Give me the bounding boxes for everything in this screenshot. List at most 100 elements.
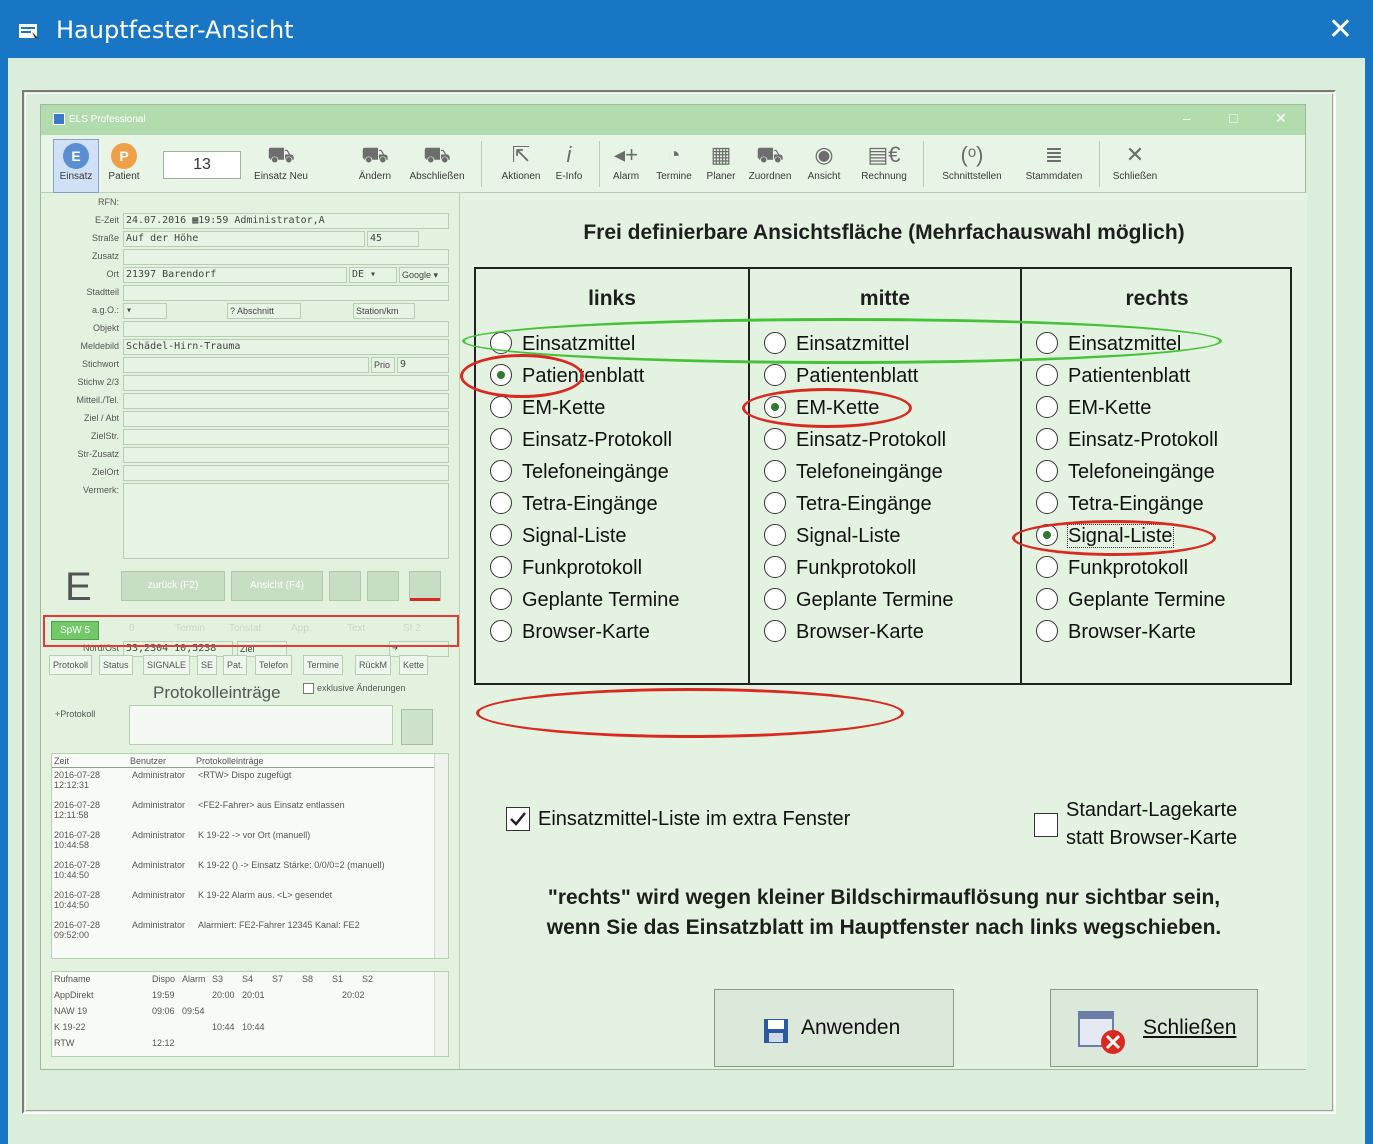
radio-button-selected[interactable]: [490, 363, 512, 386]
protokoll-input: [129, 705, 393, 745]
close-icon[interactable]: ✕: [1328, 12, 1353, 47]
radio-links-geplante-termine[interactable]: Geplante Termine: [490, 587, 680, 621]
radio-rechts-funkprotokoll[interactable]: Funkprotokoll: [1036, 555, 1188, 589]
radio-button-selected[interactable]: [1036, 523, 1058, 546]
toolbar-termine: ◔ Termine: [649, 139, 699, 182]
car-lock-icon: ⛟: [423, 142, 451, 167]
speaker-icon: ◂+: [614, 142, 638, 167]
radio-mitte-einsatz-protokoll[interactable]: Einsatz-Protokoll: [764, 427, 946, 461]
toolbar-aendern: ⛟ Ändern: [353, 139, 397, 182]
tab-rueckm: RückM: [355, 655, 392, 675]
toolbar-stammdaten: ≣ Stammdaten: [1015, 139, 1093, 182]
radio-mitte-em-kette[interactable]: EM-Kette: [764, 395, 879, 429]
assign-icon: ⛟: [756, 142, 784, 167]
toolbar-planer: ▦ Planer: [701, 139, 741, 182]
radio-mitte-browser-karte[interactable]: Browser-Karte: [764, 619, 924, 653]
apply-button[interactable]: Anwenden: [714, 989, 954, 1067]
radio-button-selected[interactable]: [764, 395, 786, 418]
radio-mitte-signal-liste[interactable]: Signal-Liste: [764, 523, 901, 557]
toolbar-patient: P Patient: [101, 139, 147, 182]
radio-mitte-funkprotokoll[interactable]: Funkprotokoll: [764, 555, 916, 589]
radio-links-browser-karte[interactable]: Browser-Karte: [490, 619, 650, 653]
toolbar-abschliessen: ⛟ Abschließen: [401, 139, 473, 182]
radio-rechts-signal-liste[interactable]: Signal-Liste: [1036, 523, 1174, 557]
radio-rechts-telefoneingaenge[interactable]: Telefoneingänge: [1036, 459, 1215, 493]
einsatz-icon: E: [63, 143, 89, 169]
radio-rechts-einsatzmittel[interactable]: Einsatzmittel: [1036, 331, 1181, 365]
save-icon: [401, 709, 433, 745]
exclusive-checkbox: exklusive Änderungen: [303, 683, 406, 695]
radio-rechts-geplante-termine[interactable]: Geplante Termine: [1036, 587, 1226, 621]
info-note: "rechts" wird wegen kleiner Bildschirmau…: [546, 886, 1222, 939]
maximize-icon: □: [1229, 110, 1238, 126]
car-plus-icon: ⛟: [267, 142, 295, 167]
preview-title: ELS Professional: [69, 114, 146, 125]
standard-map-checkbox[interactable]: [1034, 813, 1058, 837]
radio-links-einsatzmittel[interactable]: Einsatzmittel: [490, 331, 635, 365]
radio-links-signal-liste[interactable]: Signal-Liste: [490, 523, 627, 557]
window-title: Hauptfester-Ansicht: [56, 16, 294, 44]
radio-button[interactable]: [490, 331, 512, 354]
export-icon: ⇱: [511, 142, 531, 167]
column-links: links Einsatzmittel Patientenblatt EM-Ke…: [476, 269, 748, 683]
radio-rechts-einsatz-protokoll[interactable]: Einsatz-Protokoll: [1036, 427, 1218, 461]
toolbar-aktionen: ⇱ Aktionen: [493, 139, 549, 182]
protokoll-table: Zeit Benutzer Protokolleinträge 2016-07-…: [51, 753, 449, 959]
units-table: Rufname Dispo Alarm S3 S4 S7 S8 S1 S2 Ap…: [51, 971, 449, 1057]
hausnr-field: 45: [367, 231, 419, 247]
database-icon: ≣: [1044, 142, 1064, 167]
toolbar-zuordnen: ⛟ Zuordnen: [741, 139, 799, 182]
detail-tabs: Protokoll Status SIGNALE SE Pat. Telefon…: [49, 655, 461, 675]
column-grid: links Einsatzmittel Patientenblatt EM-Ke…: [474, 267, 1292, 685]
column-title: links: [588, 287, 636, 310]
meldebild-field: Schädel-Hirn-Trauma: [123, 339, 449, 355]
preview-title-bar: ELS Professional – □ ✕: [41, 105, 1305, 135]
radio-links-funkprotokoll[interactable]: Funkprotokoll: [490, 555, 642, 589]
extra-window-label[interactable]: Einsatzmittel-Liste im extra Fenster: [538, 808, 850, 831]
einsatz-letter: E: [65, 565, 92, 609]
status-bar: SpW 5 0 Termin Tonstat App Text St 2: [43, 615, 459, 647]
zurueck-button: zurück (F2): [121, 571, 225, 601]
radio-links-telefoneingaenge[interactable]: Telefoneingänge: [490, 459, 669, 493]
panel-heading: Frei definierbare Ansichtsfläche (Mehrfa…: [583, 221, 1185, 244]
extra-window-checkbox[interactable]: [506, 807, 530, 831]
radio-mitte-patientenblatt[interactable]: Patientenblatt: [764, 363, 918, 397]
column-rechts: rechts Einsatzmittel Patientenblatt EM-K…: [1020, 269, 1292, 683]
radio-rechts-tetra-eingaenge[interactable]: Tetra-Eingänge: [1036, 491, 1204, 525]
tab-kette: Kette: [399, 655, 429, 675]
save-icon: [764, 1019, 788, 1043]
close-button[interactable]: Schließen: [1050, 989, 1258, 1067]
radio-mitte-einsatzmittel[interactable]: Einsatzmittel: [764, 331, 909, 365]
grid-icon: ▦: [710, 142, 732, 167]
radio-links-tetra-eingaenge[interactable]: Tetra-Eingänge: [490, 491, 658, 525]
app-icon: [19, 24, 38, 38]
radio-mitte-telefoneingaenge[interactable]: Telefoneingänge: [764, 459, 943, 493]
radio-mitte-geplante-termine[interactable]: Geplante Termine: [764, 587, 954, 621]
close-window-icon: [1078, 1011, 1125, 1054]
protokoll-title: Protokolleinträge: [153, 683, 281, 702]
radio-links-patientenblatt[interactable]: Patientenblatt: [490, 363, 644, 397]
radio-mitte-tetra-eingaenge[interactable]: Tetra-Eingänge: [764, 491, 932, 525]
toolbar-alarm: ◂+ Alarm: [605, 139, 647, 182]
toolbar-schliessen: ✕ Schließen: [1105, 139, 1165, 182]
radio-links-em-kette[interactable]: EM-Kette: [490, 395, 605, 429]
column-title: rechts: [1125, 287, 1189, 310]
tab-telefon: Telefon: [255, 655, 293, 675]
tab-pat: Pat.: [223, 655, 248, 675]
count-box: 13: [163, 151, 241, 179]
view-settings-panel: Frei definierbare Ansichtsfläche (Mehrfa…: [459, 193, 1307, 1069]
standard-map-label-1[interactable]: Standart-Lagekarte: [1066, 799, 1237, 822]
close-icon: ✕: [1275, 110, 1287, 126]
tab-status: Status: [99, 655, 133, 675]
preview-screenshot: ELS Professional – □ ✕ E Einsatz P Patient…: [40, 104, 1307, 1070]
column-title: mitte: [859, 287, 911, 310]
radio-rechts-patientenblatt[interactable]: Patientenblatt: [1036, 363, 1190, 397]
radio-rechts-browser-karte[interactable]: Browser-Karte: [1036, 619, 1196, 653]
standard-map-label-2[interactable]: statt Browser-Karte: [1066, 827, 1237, 850]
eye-icon: ◉: [814, 142, 834, 167]
radio-links-einsatz-protokoll[interactable]: Einsatz-Protokoll: [490, 427, 672, 461]
toolbar-einsatz: E Einsatz: [53, 139, 99, 182]
toolbar-rechnung: ▤€ Rechnung: [851, 139, 917, 182]
radio-rechts-em-kette[interactable]: EM-Kette: [1036, 395, 1151, 429]
toolbar-ansicht: ◉ Ansicht: [799, 139, 849, 182]
